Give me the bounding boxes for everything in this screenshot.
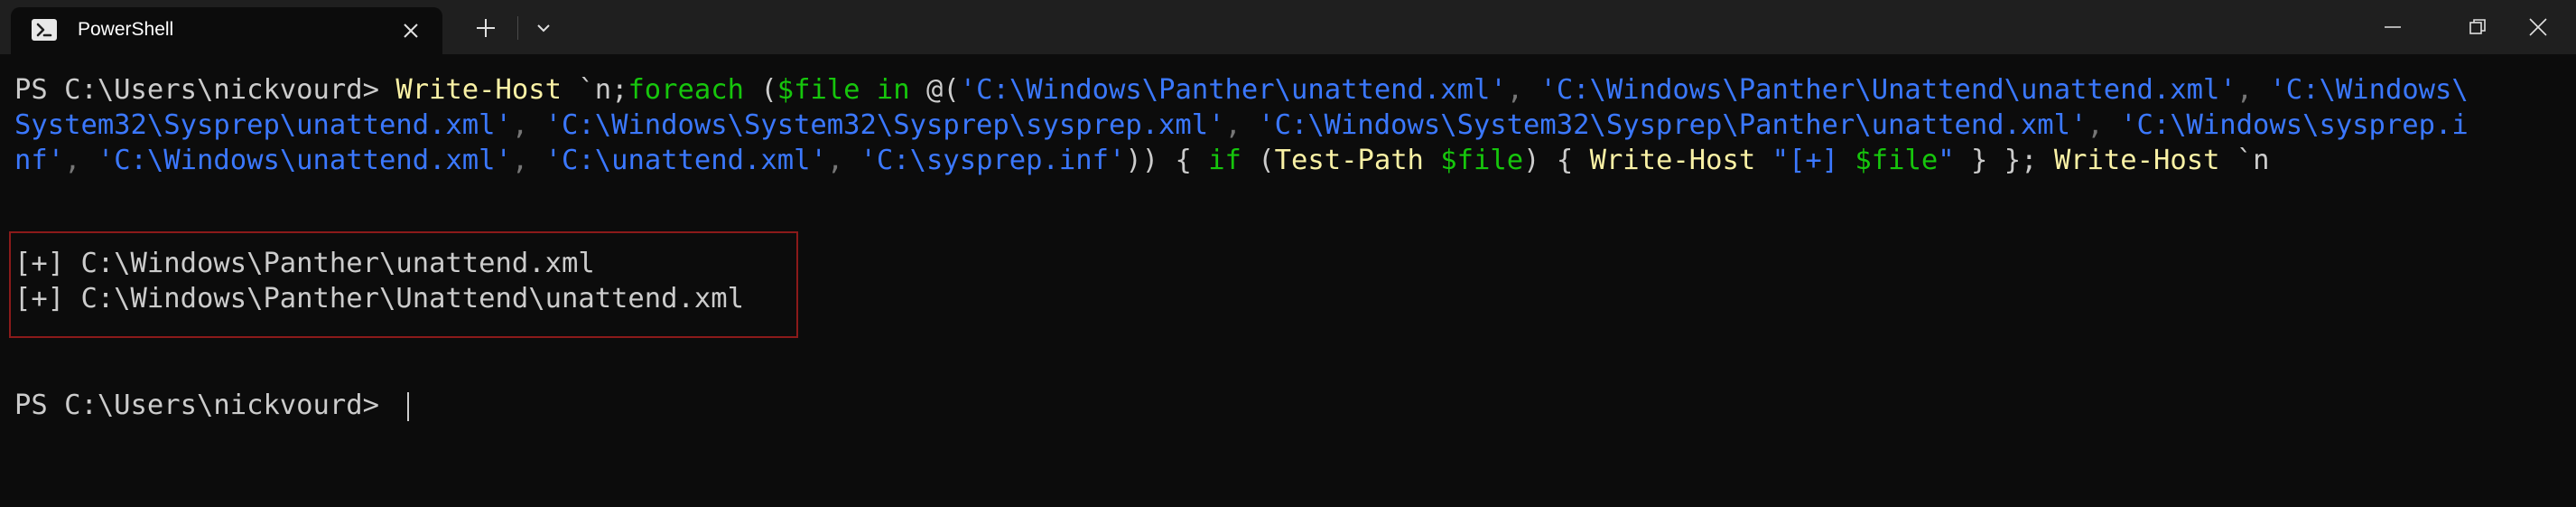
variable-token: $file	[1440, 145, 1524, 176]
punctuation-token: ,	[1506, 74, 1540, 106]
prompt-line: PS C:\Users\nickvourd>	[14, 390, 396, 421]
output-line-1: [+] C:\Windows\Panther\unattend.xml	[14, 248, 595, 279]
restore-icon	[2469, 19, 2486, 34]
plain-text	[860, 74, 877, 106]
punctuation-token: ,	[2087, 109, 2121, 141]
keyword-token: in	[876, 74, 910, 106]
title-bar: PowerShell	[0, 0, 2576, 54]
string-token: 'C:\Windows\Panther\unattend.xml'	[959, 74, 1507, 106]
tab-powershell[interactable]: PowerShell	[11, 7, 442, 54]
punctuation-token: ,	[826, 145, 860, 176]
variable-token: $file	[777, 74, 860, 106]
string-token: System32\Sysprep\unattend.xml'	[14, 109, 512, 141]
text-cursor	[407, 392, 409, 421]
close-icon	[2529, 18, 2547, 36]
string-token: 'C:\Windows\sysprep.i	[2120, 109, 2469, 141]
plain-text: } };	[1954, 145, 2054, 176]
cmdlet-token: Write-Host	[1589, 145, 1756, 176]
string-token: 'C:\Windows\	[2269, 74, 2469, 106]
plain-text: ) {	[1523, 145, 1590, 176]
string-token: 'C:\Windows\System32\Sysprep\Panther\una…	[1258, 109, 2088, 141]
command-line-2: System32\Sysprep\unattend.xml', 'C:\Wind…	[14, 108, 2469, 143]
terminal-window: PowerShell PS C:\Users\nickvourd> Write-…	[0, 0, 2576, 507]
string-token: nf'	[14, 145, 65, 176]
close-icon[interactable]	[397, 17, 424, 44]
keyword-token: if	[1208, 145, 1242, 176]
keyword-token: foreach	[628, 74, 744, 106]
cmdlet-token: Write-Host	[395, 74, 562, 106]
plain-text: )) {	[1125, 145, 1209, 176]
punctuation-token: ,	[2236, 74, 2270, 106]
minimize-button[interactable]	[2350, 0, 2435, 54]
powershell-icon	[31, 17, 58, 42]
command-line-1: PS C:\Users\nickvourd> Write-Host `n;for…	[14, 72, 2469, 108]
plain-text	[1424, 145, 1440, 176]
plus-icon[interactable]	[470, 14, 502, 42]
plain-text: (	[1241, 145, 1275, 176]
punctuation-token: ,	[511, 109, 545, 141]
punctuation-token: ,	[64, 145, 98, 176]
output-line-2: [+] C:\Windows\Panther\Unattend\unattend…	[14, 283, 744, 315]
string-token: 'C:\Windows\Panther\Unattend\unattend.xm…	[1539, 74, 2237, 106]
string-token: "	[1938, 145, 1955, 176]
plain-text: (	[743, 74, 777, 106]
chevron-down-icon[interactable]	[527, 14, 560, 42]
punctuation-token: ,	[1224, 109, 1259, 141]
string-token: 'C:\sysprep.inf'	[860, 145, 1126, 176]
command-line-3: nf', 'C:\Windows\unattend.xml', 'C:\unat…	[14, 143, 2270, 178]
minimize-icon	[2385, 26, 2401, 28]
plain-text	[1755, 145, 1772, 176]
cmdlet-token: Write-Host	[2053, 145, 2220, 176]
plain-text: `n;	[561, 74, 628, 106]
plain-text: `n	[2219, 145, 2270, 176]
plain-text: @(	[909, 74, 960, 106]
terminal-content[interactable]: PS C:\Users\nickvourd> Write-Host `n;for…	[0, 54, 2576, 507]
cmdlet-token: Test-Path	[1274, 145, 1424, 176]
string-token: 'C:\unattend.xml'	[544, 145, 827, 176]
tab-title: PowerShell	[78, 19, 174, 40]
variable-token: $file	[1855, 145, 1939, 176]
string-token: 'C:\Windows\unattend.xml'	[97, 145, 512, 176]
punctuation-token: ,	[511, 145, 545, 176]
tab-separator	[517, 16, 518, 40]
string-token: 'C:\Windows\System32\Sysprep\sysprep.xml…	[544, 109, 1225, 141]
window-close-button[interactable]	[2504, 0, 2576, 54]
string-token: "[+]	[1772, 145, 1855, 176]
plain-text: PS C:\Users\nickvourd>	[14, 74, 396, 106]
